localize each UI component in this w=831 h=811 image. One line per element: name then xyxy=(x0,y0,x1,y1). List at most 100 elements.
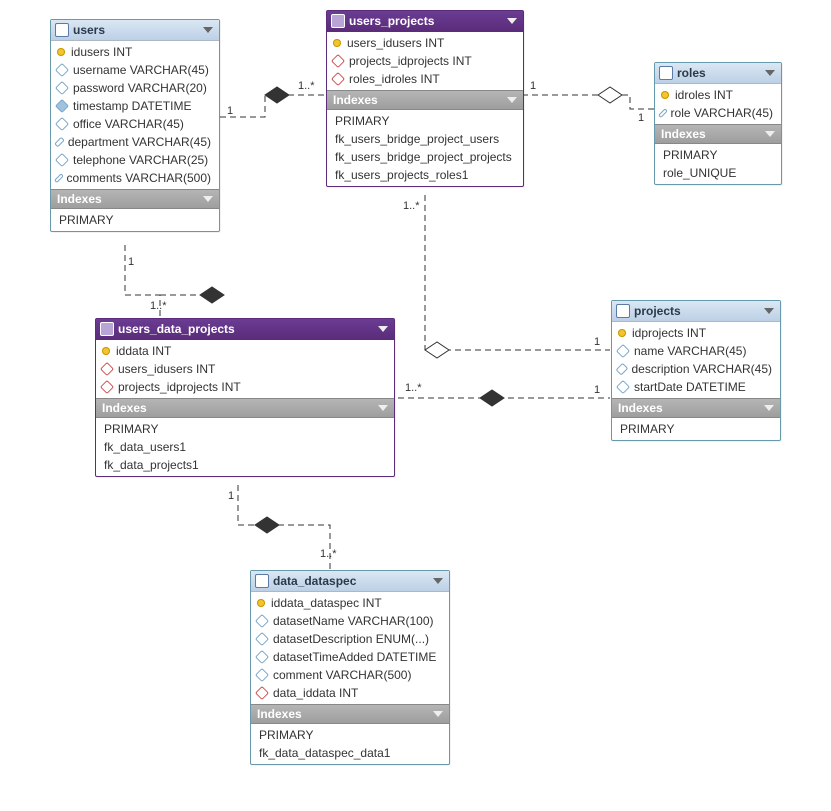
column-row: datasetTimeAdded DATETIME xyxy=(251,648,449,666)
card-label: 1..* xyxy=(298,80,315,92)
card-label: 1..* xyxy=(150,300,167,312)
attr-icon xyxy=(255,614,269,628)
table-projects[interactable]: projects idprojects INT name VARCHAR(45)… xyxy=(611,300,781,441)
column-row: users_idusers INT xyxy=(96,360,394,378)
column-row: datasetDescription ENUM(...) xyxy=(251,630,449,648)
attr-icon xyxy=(616,363,628,375)
attr-icon xyxy=(55,99,69,113)
card-label: 1..* xyxy=(320,548,337,560)
index-row: PRIMARY xyxy=(51,211,219,229)
column-row: roles_idroles INT xyxy=(327,70,523,88)
table-icon xyxy=(331,14,345,28)
table-icon xyxy=(100,322,114,336)
table-users-data-projects[interactable]: users_data_projects iddata INT users_idu… xyxy=(95,318,395,477)
attr-icon xyxy=(55,81,69,95)
index-row: PRIMARY xyxy=(655,146,781,164)
pk-icon xyxy=(661,91,669,99)
collapse-icon[interactable] xyxy=(433,711,443,717)
table-title: users_data_projects xyxy=(114,322,378,336)
index-row: fk_users_bridge_project_projects xyxy=(327,148,523,166)
table-header[interactable]: data_dataspec xyxy=(251,571,449,592)
card-label: 1 xyxy=(594,384,600,396)
index-row: fk_users_bridge_project_users xyxy=(327,130,523,148)
attr-icon xyxy=(616,380,630,394)
attr-icon xyxy=(54,137,64,147)
index-row: PRIMARY xyxy=(96,420,394,438)
collapse-icon[interactable] xyxy=(378,326,388,332)
index-row: fk_data_dataspec_data1 xyxy=(251,744,449,762)
column-row: name VARCHAR(45) xyxy=(612,342,780,360)
indexes-header[interactable]: Indexes xyxy=(612,398,780,418)
attr-icon xyxy=(54,173,64,183)
table-title: projects xyxy=(630,304,764,318)
pk-icon xyxy=(257,599,265,607)
attr-icon xyxy=(55,117,69,131)
collapse-icon[interactable] xyxy=(378,405,388,411)
table-header[interactable]: projects xyxy=(612,301,780,322)
indexes-header[interactable]: Indexes xyxy=(96,398,394,418)
collapse-icon[interactable] xyxy=(764,308,774,314)
collapse-icon[interactable] xyxy=(507,18,517,24)
index-row: fk_users_projects_roles1 xyxy=(327,166,523,184)
index-row: fk_data_projects1 xyxy=(96,456,394,474)
indexes-header[interactable]: Indexes xyxy=(655,124,781,144)
collapse-icon[interactable] xyxy=(507,97,517,103)
column-row: data_iddata INT xyxy=(251,684,449,702)
attr-icon xyxy=(55,153,69,167)
column-row: telephone VARCHAR(25) xyxy=(51,151,219,169)
column-row: projects_idprojects INT xyxy=(96,378,394,396)
fk-icon xyxy=(255,686,269,700)
column-row: password VARCHAR(20) xyxy=(51,79,219,97)
card-label: 1 xyxy=(594,336,600,348)
column-row: role VARCHAR(45) xyxy=(655,104,781,122)
column-row: projects_idprojects INT xyxy=(327,52,523,70)
table-data-dataspec[interactable]: data_dataspec iddata_dataspec INT datase… xyxy=(250,570,450,765)
table-users-projects[interactable]: users_projects users_idusers INT project… xyxy=(326,10,524,187)
column-row: datasetName VARCHAR(100) xyxy=(251,612,449,630)
collapse-icon[interactable] xyxy=(764,405,774,411)
attr-icon xyxy=(255,650,269,664)
column-row: comments VARCHAR(500) xyxy=(51,169,219,187)
card-label: 1 xyxy=(638,112,644,124)
card-label: 1 xyxy=(530,80,536,92)
collapse-icon[interactable] xyxy=(765,70,775,76)
column-row: description VARCHAR(45) xyxy=(612,360,780,378)
collapse-icon[interactable] xyxy=(765,131,775,137)
pk-icon xyxy=(102,347,110,355)
card-label: 1 xyxy=(227,105,233,117)
attr-icon xyxy=(658,108,668,118)
table-roles[interactable]: roles idroles INT role VARCHAR(45) Index… xyxy=(654,62,782,185)
column-row: idroles INT xyxy=(655,86,781,104)
pk-icon xyxy=(618,329,626,337)
indexes-header[interactable]: Indexes xyxy=(51,189,219,209)
column-row: users_idusers INT xyxy=(327,34,523,52)
column-row: iddata_dataspec INT xyxy=(251,594,449,612)
table-title: users_projects xyxy=(345,14,507,28)
table-users[interactable]: users idusers INT username VARCHAR(45) p… xyxy=(50,19,220,232)
card-label: 1..* xyxy=(403,200,420,212)
column-row: startDate DATETIME xyxy=(612,378,780,396)
column-row: idusers INT xyxy=(51,43,219,61)
column-row: comment VARCHAR(500) xyxy=(251,666,449,684)
column-row: iddata INT xyxy=(96,342,394,360)
table-title: roles xyxy=(673,66,765,80)
fk-icon xyxy=(331,72,345,86)
column-row: username VARCHAR(45) xyxy=(51,61,219,79)
attr-icon xyxy=(255,668,269,682)
collapse-icon[interactable] xyxy=(433,578,443,584)
table-icon xyxy=(55,23,69,37)
collapse-icon[interactable] xyxy=(203,27,213,33)
collapse-icon[interactable] xyxy=(203,196,213,202)
column-row: office VARCHAR(45) xyxy=(51,115,219,133)
table-header[interactable]: roles xyxy=(655,63,781,84)
fk-icon xyxy=(100,380,114,394)
pk-icon xyxy=(333,39,341,47)
table-header[interactable]: users xyxy=(51,20,219,41)
indexes-header[interactable]: Indexes xyxy=(251,704,449,724)
table-header[interactable]: users_data_projects xyxy=(96,319,394,340)
index-row: PRIMARY xyxy=(612,420,780,438)
index-row: PRIMARY xyxy=(327,112,523,130)
indexes-header[interactable]: Indexes xyxy=(327,90,523,110)
card-label: 1..* xyxy=(405,382,422,394)
table-header[interactable]: users_projects xyxy=(327,11,523,32)
